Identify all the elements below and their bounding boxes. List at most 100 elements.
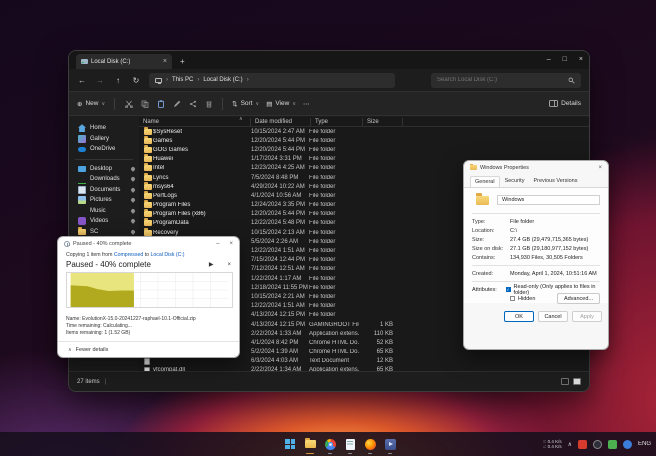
sidebar-item[interactable]: Downloads (69, 174, 139, 185)
tray-app-red-icon[interactable] (578, 439, 587, 449)
sidebar-item[interactable]: Videos (69, 216, 139, 227)
advanced-button[interactable]: Advanced... (556, 293, 600, 304)
sidebar-item[interactable]: Documents (69, 185, 139, 196)
search-box[interactable] (431, 72, 581, 88)
folder-icon (470, 163, 477, 170)
details-view-toggle[interactable] (561, 378, 569, 385)
taskbar-file-explorer[interactable] (304, 438, 316, 454)
sidebar-item[interactable]: Home (69, 123, 139, 134)
search-input[interactable] (437, 77, 568, 83)
file-type: File folder (309, 275, 336, 282)
folder-name-field[interactable]: Windows (497, 195, 600, 205)
file-name: Games (153, 137, 173, 144)
start-button[interactable] (284, 438, 296, 450)
breadcrumb-this-pc[interactable]: This PC (172, 77, 193, 83)
chrome-icon (324, 438, 336, 450)
transfer-speed-graph (66, 272, 233, 308)
sort-button[interactable]: ⇅ Sort ∨ (232, 100, 259, 108)
table-row[interactable]: GOG Games 12/20/2024 5:44 PM File folder (139, 144, 589, 154)
tray-app-dark-icon[interactable] (593, 439, 602, 449)
forward-button[interactable]: → (95, 76, 105, 85)
cut-button[interactable] (124, 99, 133, 108)
column-header-size[interactable]: Size (363, 117, 403, 126)
sidebar-item-icon (78, 165, 86, 172)
date-modified: 10/15/2024 2:21 AM (251, 293, 305, 300)
pin-icon (130, 197, 136, 204)
sidebar-item[interactable]: Music (69, 206, 139, 217)
hidden-checkbox[interactable] (510, 296, 515, 301)
table-row[interactable]: $SysReset 10/15/2024 2:47 AM File folder (139, 126, 589, 136)
tab-close-icon[interactable]: × (163, 58, 167, 65)
readonly-checkbox[interactable]: ✓ (505, 287, 511, 292)
paste-button[interactable] (156, 99, 165, 108)
taskbar-movies-tv[interactable] (384, 438, 396, 454)
taskbar-notepad[interactable] (344, 438, 356, 454)
properties-title: Windows Properties (480, 164, 529, 171)
breadcrumb-local-disk[interactable]: Local Disk (C:) (203, 77, 242, 83)
source-link[interactable]: Compressed (114, 252, 143, 258)
close-button[interactable]: × (229, 241, 233, 247)
copy-button[interactable] (140, 99, 149, 108)
tray-expand-icon[interactable]: ∧ (568, 441, 572, 448)
tab-local-disk-c[interactable]: Local Disk (C:) × (76, 54, 172, 69)
close-button[interactable]: × (579, 56, 583, 63)
cancel-button[interactable]: Cancel (538, 311, 568, 322)
ok-button[interactable]: OK (504, 311, 534, 322)
plus-icon: ⊕ (77, 100, 83, 108)
details-pane-button[interactable]: Details (549, 100, 581, 107)
cancel-copy-button[interactable]: × (227, 262, 231, 268)
table-row[interactable]: Games 12/20/2024 5:44 PM File folder (139, 135, 589, 145)
folder-icon (144, 172, 152, 181)
resume-button[interactable]: ▶ (209, 261, 214, 268)
file-type: File folder (309, 183, 336, 190)
column-header-type[interactable]: Type (311, 117, 363, 126)
maximize-button[interactable]: □ (563, 56, 567, 63)
column-header-date[interactable]: Date modified (251, 117, 311, 126)
minimize-button[interactable]: – (547, 56, 551, 63)
copy-items-remaining: Items remaining: 1 (1.52 GB) (66, 330, 131, 336)
properties-tab[interactable]: Previous Versions (529, 176, 581, 187)
more-options-button[interactable]: ⋯ (303, 100, 310, 108)
taskbar-chrome[interactable] (324, 438, 336, 454)
breadcrumb[interactable]: › This PC › Local Disk (C:) › (149, 72, 395, 88)
pin-icon (130, 186, 136, 193)
view-button[interactable]: ▤ View ∨ (266, 100, 296, 108)
file-type: File folder (309, 238, 336, 245)
apply-button[interactable]: Apply (572, 311, 602, 322)
tab-bar: Local Disk (C:) × + – □ × (69, 51, 589, 69)
language-indicator[interactable]: ENG (638, 441, 656, 447)
rename-button[interactable] (172, 99, 181, 108)
column-header-name[interactable]: Name (139, 117, 251, 126)
properties-field: Contains: 134,930 Files, 30,505 Folders (472, 254, 583, 261)
share-button[interactable] (188, 99, 197, 108)
taskbar-firefox[interactable] (364, 438, 376, 454)
refresh-button[interactable]: ↻ (131, 76, 141, 85)
properties-field: Location: C:\ (472, 227, 518, 234)
back-button[interactable]: ← (77, 76, 87, 85)
minimize-button[interactable]: – (216, 241, 219, 247)
icons-view-toggle[interactable] (573, 378, 581, 385)
sidebar-item[interactable]: Gallery (69, 134, 139, 145)
properties-tab[interactable]: Security (501, 176, 529, 187)
close-button[interactable]: × (598, 165, 602, 171)
file-size: 12 KB (376, 358, 393, 365)
destination-link[interactable]: Local Disk (C:) (151, 252, 185, 258)
sidebar-item[interactable]: Pictures (69, 195, 139, 206)
properties-tab[interactable]: General (470, 176, 500, 187)
new-button[interactable]: ⊕ New ∨ (77, 100, 105, 108)
fewer-details-button[interactable]: ∧ Fewer details (66, 342, 231, 353)
copy-file-name: Name: EvolutionX-15.0-20241227-raphael-1… (66, 316, 196, 322)
tray-app-green-icon[interactable] (608, 439, 617, 449)
tray-app-blue-icon[interactable] (623, 439, 632, 449)
chevron-up-icon: ∧ (68, 347, 72, 353)
sidebar-item[interactable]: OneDrive (69, 144, 139, 155)
date-modified: 12/24/2024 3:35 PM (251, 202, 306, 209)
table-row[interactable]: 6/3/2024 4:03 AM Text Document 12 KB (139, 357, 589, 366)
up-button[interactable]: ↑ (113, 76, 123, 85)
search-icon (568, 77, 575, 84)
delete-button[interactable] (204, 99, 213, 108)
new-tab-button[interactable]: + (180, 54, 185, 69)
sidebar-item-icon (78, 185, 86, 194)
sidebar-item[interactable]: Desktop (69, 164, 139, 175)
properties-dialog: Windows Properties × General Security Pr… (463, 160, 609, 350)
